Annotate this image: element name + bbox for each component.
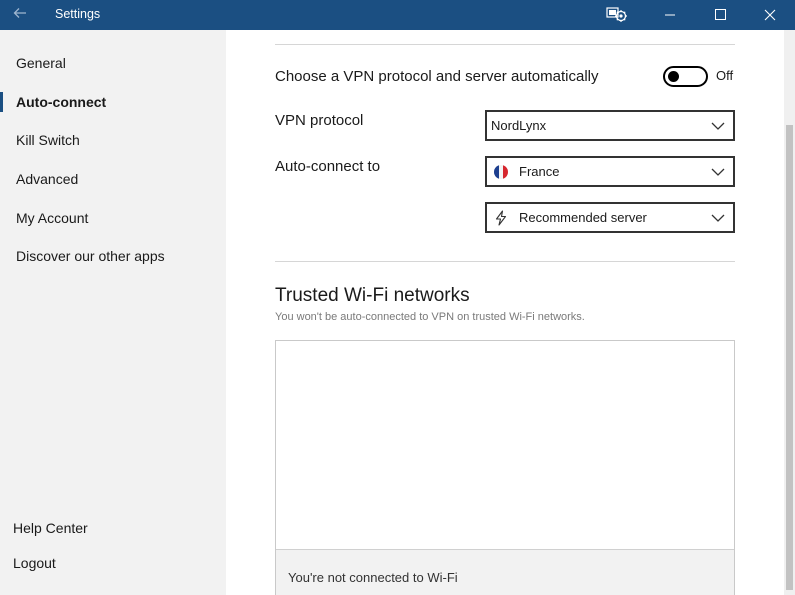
sidebar-item-label: Discover our other apps — [16, 248, 165, 264]
maximize-icon — [715, 9, 726, 20]
country-select[interactable]: France — [485, 156, 735, 187]
sidebar-item-general[interactable]: General — [0, 48, 226, 78]
chevron-down-icon — [711, 214, 725, 222]
toggle-state-label: Off — [716, 68, 734, 83]
scrollbar[interactable] — [784, 30, 795, 595]
sidebar-item-discover-apps[interactable]: Discover our other apps — [0, 241, 226, 271]
sidebar-item-kill-switch[interactable]: Kill Switch — [0, 125, 226, 155]
sidebar-item-label: Advanced — [16, 171, 79, 187]
window-title: Settings — [55, 7, 101, 21]
minimize-icon — [665, 14, 675, 16]
vpn-protocol-select[interactable]: NordLynx — [485, 110, 735, 141]
settings-tray-icon[interactable] — [606, 5, 630, 25]
sidebar: General Auto-connect Kill Switch Advance… — [0, 30, 226, 595]
sidebar-item-label: My Account — [16, 210, 89, 226]
close-button[interactable] — [747, 0, 793, 30]
scrollbar-thumb[interactable] — [786, 125, 793, 590]
close-icon — [764, 9, 776, 21]
toggle-knob — [668, 71, 679, 82]
minimize-button[interactable] — [647, 0, 693, 30]
sidebar-item-advanced[interactable]: Advanced — [0, 164, 226, 194]
lightning-icon — [495, 210, 507, 226]
main-content: Choose a VPN protocol and server automat… — [226, 30, 784, 595]
server-value: Recommended server — [519, 210, 647, 225]
vpn-protocol-value: NordLynx — [491, 118, 547, 133]
sidebar-item-auto-connect[interactable]: Auto-connect — [0, 87, 226, 117]
wifi-status-text: You're not connected to Wi-Fi — [288, 570, 458, 585]
logout-link[interactable]: Logout — [13, 555, 56, 571]
sidebar-item-my-account[interactable]: My Account — [0, 203, 226, 233]
help-center-link[interactable]: Help Center — [13, 520, 88, 536]
maximize-button[interactable] — [697, 0, 743, 30]
sidebar-item-label: Auto-connect — [16, 94, 107, 110]
sidebar-item-label: Kill Switch — [16, 132, 80, 148]
divider — [275, 44, 735, 45]
arrow-left-icon — [13, 8, 26, 18]
auto-choose-label: Choose a VPN protocol and server automat… — [275, 68, 599, 85]
title-bar: Settings — [0, 0, 795, 30]
divider — [275, 261, 735, 262]
chevron-down-icon — [711, 168, 725, 176]
back-button[interactable] — [10, 5, 30, 25]
vpn-protocol-label: VPN protocol — [275, 112, 364, 129]
auto-choose-toggle[interactable] — [663, 66, 708, 87]
sidebar-item-label: General — [16, 55, 66, 71]
server-select[interactable]: Recommended server — [485, 202, 735, 233]
country-value: France — [519, 164, 560, 179]
wifi-status-bar: You're not connected to Wi-Fi — [276, 549, 734, 595]
auto-connect-label: Auto-connect to — [275, 158, 381, 175]
trusted-networks-subtitle: You won't be auto-connected to VPN on tr… — [275, 311, 585, 323]
chevron-down-icon — [711, 122, 725, 130]
france-flag-icon — [494, 165, 508, 179]
trusted-networks-list[interactable]: You're not connected to Wi-Fi — [275, 340, 735, 595]
trusted-networks-title: Trusted Wi-Fi networks — [275, 285, 470, 306]
